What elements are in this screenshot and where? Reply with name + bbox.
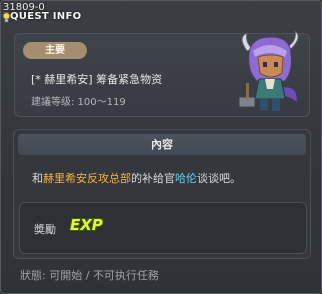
description-text: 的补给官	[131, 172, 175, 185]
exp-reward-icon[interactable]: EXP	[70, 216, 103, 234]
quest-description: 和赫里希安反攻总部的补给官哈伦谈谈吧。	[32, 170, 241, 186]
quest-name: [* 赫里希安] 筹备紧急物资	[31, 73, 163, 86]
reward-label: 奬勵	[34, 223, 56, 236]
quest-status: 狀態: 可開始 / 不可执行任務	[20, 269, 159, 282]
title-bar[interactable]: 31809-0 QUEST INFO	[1, 1, 321, 25]
recommended-level: 建議等级: 100～119	[31, 97, 126, 108]
content-panel: 內容 和赫里希安反攻总部的补给官哈伦谈谈吧。 奬勵 EXP	[13, 129, 311, 259]
npc-name-link[interactable]: 哈伦	[175, 172, 197, 185]
quest-type-badge: 主要	[23, 42, 87, 59]
org-name-link[interactable]: 赫里希安反攻总部	[43, 172, 131, 185]
description-text: 谈谈吧。	[197, 172, 241, 185]
quest-info-window: 31809-0 QUEST INFO 主要 [* 赫里希安] 筹备紧急物资 建議…	[0, 0, 322, 294]
npc-portrait	[238, 31, 299, 111]
quest-info-panel: 主要 [* 赫里希安] 筹备紧急物资 建議等级: 100～119	[14, 31, 310, 117]
description-text: 和	[32, 172, 43, 185]
reward-box: 奬勵 EXP	[19, 202, 307, 254]
window-title: QUEST INFO	[10, 11, 82, 22]
content-header: 內容	[18, 134, 306, 155]
